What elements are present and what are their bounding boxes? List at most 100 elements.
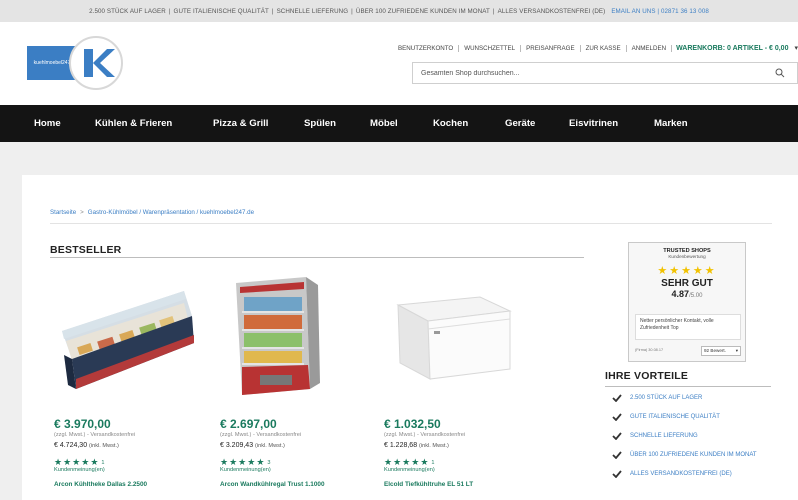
vorteil-text: ÜBER 100 ZUFRIEDENE KUNDEN IM MONAT <box>630 452 757 458</box>
link-anmelden[interactable]: ANMELDEN <box>627 44 673 52</box>
checkmark-icon <box>612 394 622 402</box>
product-image-tiefkuehltruhe[interactable] <box>384 271 534 403</box>
main-navigation: Home Kühlen & Frieren Pizza & Grill Spül… <box>0 105 798 142</box>
reviews-link[interactable]: Kundenmeinung(en) <box>220 467 380 473</box>
trusted-shops-widget[interactable]: TRUSTED SHOPS Kundenbewertung ★★★★★ SEHR… <box>628 242 746 362</box>
link-wunschzettel[interactable]: WUNSCHZETTEL <box>459 44 522 52</box>
review-count: 1 <box>431 460 435 466</box>
list-item: GUTE ITALIENISCHE QUALITÄT <box>612 413 782 421</box>
contact-link[interactable]: EMAIL AN UNS | 02871 36 13 008 <box>611 8 709 15</box>
vorteil-text: 2.500 STÜCK AUF LAGER <box>630 395 703 401</box>
list-item: ÜBER 100 ZUFRIEDENE KUNDEN IM MONAT <box>612 451 762 459</box>
divider <box>50 223 772 224</box>
product-name[interactable]: Elcold Tiefkühltruhe EL 51 LT <box>384 481 544 488</box>
star-icon: ★ <box>238 457 247 467</box>
ts-score-value: 4.87 <box>671 289 690 299</box>
ts-comment: Netter persönlicher Kontakt, volle Zufri… <box>635 314 741 340</box>
account-links: BENUTZERKONTO WUNSCHZETTEL PREISANFRAGE … <box>393 44 798 52</box>
bestseller-title: BESTSELLER <box>50 244 122 256</box>
search-icon[interactable] <box>775 68 785 78</box>
ts-reviews-select[interactable]: 92 Bewert. ▾ <box>701 345 741 356</box>
price-note: (zzgl. Mwst.) - Versandkostenfrei <box>54 432 136 438</box>
search-bar <box>412 62 798 84</box>
checkmark-icon <box>612 451 622 459</box>
nav-item-geraete[interactable]: Geräte <box>505 118 535 129</box>
checkmark-icon <box>612 470 622 478</box>
product-name[interactable]: Arcon Kühltheke Dallas 2.2500 <box>54 481 214 488</box>
chevron-down-icon: ▾ <box>735 347 738 353</box>
chevron-down-icon[interactable]: ▾ <box>792 44 798 52</box>
rating-stars[interactable]: ★ ★ ★ ★ ★ 3 <box>220 457 380 467</box>
list-item: SCHNELLE LIEFERUNG <box>612 432 782 440</box>
product-image-wandkuehlregal[interactable] <box>220 271 370 403</box>
cart-link[interactable]: WARENKORB: 0 ARTIKEL - € 0,00 <box>672 45 792 52</box>
price-incl-vat: € 4.724,30 (inkl. Mwst.) <box>54 442 214 449</box>
vorteil-text: SCHNELLE LIEFERUNG <box>630 433 698 439</box>
price-incl-value: € 4.724,30 <box>54 442 88 449</box>
price-incl-value: € 1.228,68 <box>384 442 418 449</box>
link-benutzerkonto[interactable]: BENUTZERKONTO <box>393 44 460 52</box>
ts-footer: (Firma) 30.08.17 92 Bewert. ▾ <box>635 344 741 357</box>
site-logo[interactable]: kuehlmoebel247.de <box>27 36 131 90</box>
star-icon: ★ <box>411 457 420 467</box>
nav-item-marken[interactable]: Marken <box>654 118 688 129</box>
nav-item-kuehlen-frieren[interactable]: Kühlen & Frieren <box>95 118 172 129</box>
site-header: kuehlmoebel247.de BENUTZERKONTO WUNSCHZE… <box>0 22 798 105</box>
nav-item-pizza-grill[interactable]: Pizza & Grill <box>213 118 268 129</box>
reviews-link[interactable]: Kundenmeinung(en) <box>54 467 214 473</box>
product-price: € 2.697,00 <box>220 417 277 431</box>
star-icon: ★ <box>54 457 63 467</box>
star-icon: ★ <box>420 457 429 467</box>
ts-subtitle: Kundenbewertung <box>668 254 706 259</box>
ts-date: (Firma) 30.08.17 <box>635 348 664 352</box>
vorteile-title: IHRE VORTEILE <box>605 370 689 382</box>
star-icon: ★ <box>393 457 402 467</box>
star-icon: ★ <box>63 457 72 467</box>
breadcrumb: Startseite > Gastro-Kühlmöbel / Warenpräse… <box>50 209 255 216</box>
product-price: € 1.032,50 <box>384 417 441 431</box>
star-icon: ★ <box>72 457 81 467</box>
divider <box>605 386 771 387</box>
star-icon: ★ <box>220 457 229 467</box>
price-note: (zzgl. Mwst.) - Versandkostenfrei <box>384 432 466 438</box>
vorteile-list: 2.500 STÜCK AUF LAGER GUTE ITALIENISCHE … <box>612 394 782 489</box>
topbar-item: SCHNELLE LIEFERUNG <box>276 7 349 15</box>
vorteil-text: ALLES VERSANDKOSTENFREI (DE) <box>630 471 732 477</box>
nav-item-home[interactable]: Home <box>34 118 61 129</box>
divider <box>50 257 584 258</box>
product-name[interactable]: Arcon Wandkühlregal Trust 1.1000 <box>220 481 380 488</box>
star-icon: ★ <box>402 457 411 467</box>
review-count: 3 <box>267 460 271 466</box>
star-icon: ★ <box>384 457 393 467</box>
topbar-item: ALLES VERSANDKOSTENFREI (DE) <box>497 7 606 15</box>
ts-rating: SEHR GUT <box>661 278 713 289</box>
main-content: Startseite > Gastro-Kühlmöbel / Warenpräse… <box>22 175 798 500</box>
topbar-item: 2.500 STÜCK AUF LAGER <box>89 7 166 15</box>
product-image-kuehltheke[interactable] <box>54 271 204 403</box>
checkmark-icon <box>612 432 622 440</box>
link-preisanfrage[interactable]: PREISANFRAGE <box>521 44 581 52</box>
nav-item-moebel[interactable]: Möbel <box>370 118 398 129</box>
product-card: € 2.697,00 (zzgl. Mwst.) - Versandkosten… <box>220 271 380 488</box>
top-info-bar: 2.500 STÜCK AUF LAGER | GUTE ITALIENISCHE… <box>0 0 798 22</box>
reviews-link[interactable]: Kundenmeinung(en) <box>384 467 544 473</box>
review-count: 1 <box>101 460 105 466</box>
ts-star-icons: ★★★★★ <box>657 265 717 277</box>
rating-stars[interactable]: ★ ★ ★ ★ ★ 1 <box>384 457 544 467</box>
search-input[interactable] <box>421 69 775 77</box>
ts-select-label: 92 Bewert. <box>704 348 726 353</box>
logo-k-icon <box>69 36 123 90</box>
nav-item-spuelen[interactable]: Spülen <box>304 118 336 129</box>
nav-item-kochen[interactable]: Kochen <box>433 118 468 129</box>
rating-stars[interactable]: ★ ★ ★ ★ ★ 1 <box>54 457 214 467</box>
price-incl-label: (inkl. Mwst.) <box>255 443 285 449</box>
link-zur-kasse[interactable]: ZUR KASSE <box>581 44 627 52</box>
price-note: (zzgl. Mwst.) - Versandkostenfrei <box>220 432 302 438</box>
breadcrumb-home[interactable]: Startseite <box>50 209 76 216</box>
price-incl-label: (inkl. Mwst.) <box>89 443 119 449</box>
star-icon: ★ <box>90 457 99 467</box>
breadcrumb-current[interactable]: Gastro-Kühlmöbel / Warenpräsentation / k… <box>88 209 254 216</box>
topbar-item: GUTE ITALIENISCHE QUALITÄT <box>173 7 269 15</box>
nav-item-eisvitrinen[interactable]: Eisvitrinen <box>569 118 618 129</box>
star-icon: ★ <box>81 457 90 467</box>
